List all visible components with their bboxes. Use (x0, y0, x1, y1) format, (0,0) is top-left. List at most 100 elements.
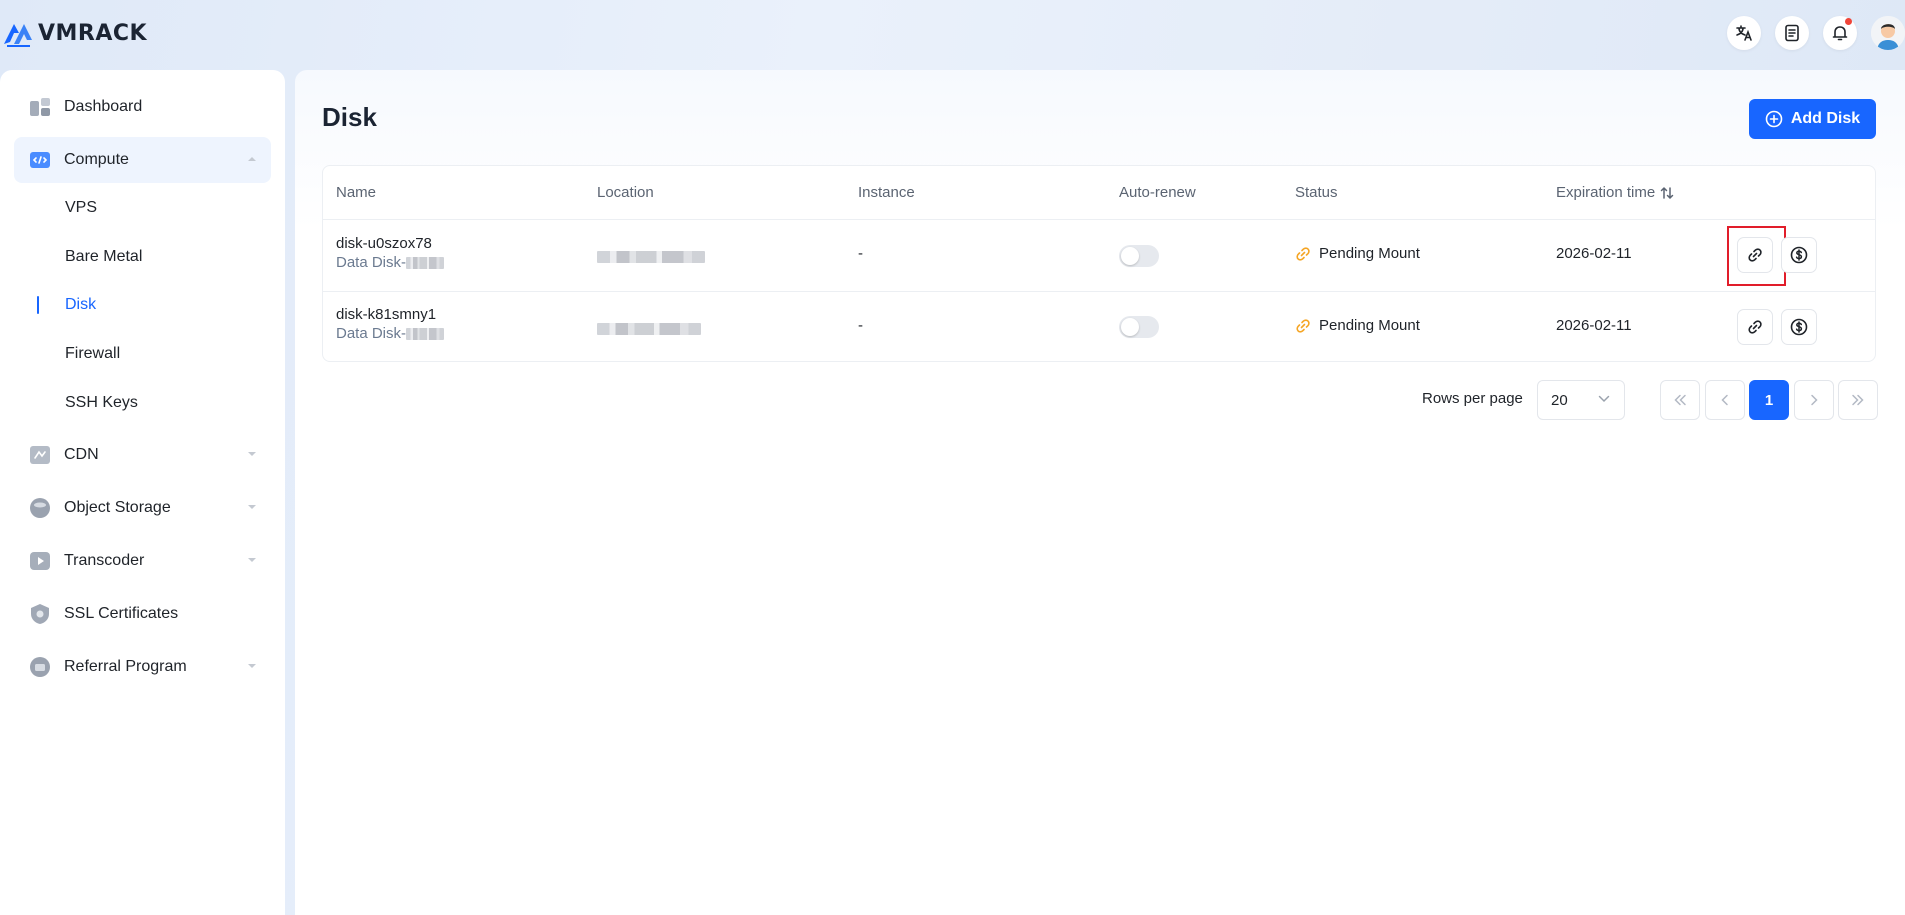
double-chevron-left-icon (1674, 394, 1686, 406)
sidebar-item-dashboard[interactable]: Dashboard (14, 84, 271, 130)
sidebar-subitem-ssh-keys[interactable]: SSH Keys (65, 392, 138, 414)
disk-name[interactable]: disk-k81smny1 (336, 306, 444, 323)
chevron-down-icon (1598, 395, 1610, 403)
next-page-button[interactable] (1794, 380, 1834, 420)
document-icon (1785, 24, 1799, 42)
caret-down-icon[interactable] (247, 662, 257, 670)
renew-button[interactable] (1781, 237, 1817, 273)
sidebar-subitem-firewall[interactable]: Firewall (65, 343, 120, 365)
redacted-text (406, 257, 445, 270)
disk-name-cell: disk-k81smny1 Data Disk- (336, 306, 445, 342)
table-row: disk-k81smny1 Data Disk- - Pending Mount… (323, 291, 1875, 363)
sidebar-item-cdn[interactable]: CDN (14, 432, 271, 478)
rows-per-page-select[interactable]: 20 (1537, 380, 1625, 420)
redacted-location (597, 251, 705, 264)
instance-cell: - (858, 245, 863, 262)
sidebar: Dashboard Compute VPS Bare Metal Disk Fi… (0, 70, 285, 915)
notification-badge (1845, 18, 1852, 25)
mount-button[interactable] (1737, 309, 1773, 345)
redacted-location (597, 323, 701, 336)
disk-name-cell: disk-u0szox78 Data Disk- (336, 235, 445, 271)
top-bar: VMRACK (0, 0, 1905, 70)
auto-renew-toggle[interactable] (1119, 316, 1159, 338)
add-disk-button[interactable]: Add Disk (1749, 99, 1876, 139)
column-header-instance: Instance (858, 184, 915, 201)
bell-icon (1832, 26, 1848, 41)
auto-renew-toggle[interactable] (1119, 245, 1159, 267)
object-storage-icon (28, 496, 52, 520)
docs-button[interactable] (1775, 16, 1809, 50)
shield-icon (28, 602, 52, 626)
double-chevron-right-icon (1852, 394, 1864, 406)
column-header-expiration-label: Expiration time (1556, 184, 1656, 201)
expiration-cell: 2026-02-11 (1556, 245, 1632, 262)
disk-type: Data Disk- (336, 254, 445, 271)
sidebar-item-object-storage[interactable]: Object Storage (14, 485, 271, 531)
rows-per-page-label: Rows per page (1422, 390, 1523, 407)
page-button-current[interactable]: 1 (1749, 380, 1789, 420)
status-text: Pending Mount (1319, 245, 1420, 262)
sidebar-item-transcoder[interactable]: Transcoder (14, 538, 271, 584)
sidebar-subitem-disk[interactable]: Disk (65, 294, 96, 316)
status-text: Pending Mount (1319, 317, 1420, 334)
column-header-status: Status (1295, 184, 1338, 201)
add-disk-label: Add Disk (1790, 110, 1861, 127)
sidebar-item-compute[interactable]: Compute (14, 137, 271, 183)
sidebar-item-referral-program[interactable]: Referral Program (14, 644, 271, 690)
sort-icon[interactable] (1659, 185, 1675, 201)
column-header-auto-renew: Auto-renew (1119, 184, 1196, 201)
user-avatar-icon (1871, 16, 1905, 50)
sidebar-item-label: Transcoder (64, 552, 145, 569)
location-cell (597, 320, 701, 337)
brand-name: VMRACK (38, 20, 148, 46)
plus-circle-icon (1765, 110, 1783, 128)
language-button[interactable] (1727, 16, 1761, 50)
chevron-left-icon (1721, 394, 1728, 406)
disk-type: Data Disk- (336, 325, 445, 342)
last-page-button[interactable] (1838, 380, 1878, 420)
disk-name[interactable]: disk-u0szox78 (336, 235, 444, 252)
sidebar-item-label: SSL Certificates (64, 605, 179, 622)
sidebar-item-label: Object Storage (64, 499, 171, 516)
brand-logo[interactable]: VMRACK (2, 18, 147, 48)
page-title: Disk (322, 102, 377, 132)
sidebar-item-label: Dashboard (64, 98, 143, 115)
translate-icon (1736, 25, 1752, 41)
header-actions (1727, 16, 1905, 50)
sidebar-subitem-vps[interactable]: VPS (65, 197, 97, 219)
link-icon (1296, 318, 1310, 333)
highlight-box (1727, 226, 1786, 286)
instance-cell: - (858, 317, 863, 334)
notifications-button[interactable] (1823, 16, 1857, 50)
vmrack-logo-icon (4, 24, 32, 47)
main-panel: Disk Add Disk Name Location Instance Aut… (295, 70, 1905, 915)
caret-down-icon[interactable] (247, 503, 257, 511)
renew-button[interactable] (1781, 309, 1817, 345)
column-header-location: Location (597, 184, 654, 201)
sidebar-item-label: Referral Program (64, 658, 187, 675)
column-header-name: Name (336, 184, 377, 201)
caret-down-icon[interactable] (247, 450, 257, 458)
dollar-icon (1790, 246, 1808, 264)
sidebar-item-ssl-certificates[interactable]: SSL Certificates (14, 591, 271, 637)
avatar[interactable] (1871, 16, 1905, 50)
table-row: disk-u0szox78 Data Disk- - Pending Mount… (323, 219, 1875, 291)
chevron-right-icon (1811, 394, 1818, 406)
disk-table: Name Location Instance Auto-renew Status… (322, 165, 1876, 362)
dollar-icon (1790, 318, 1808, 336)
rows-per-page-value: 20 (1551, 391, 1568, 409)
first-page-button[interactable] (1660, 380, 1700, 420)
sidebar-subitem-bare-metal[interactable]: Bare Metal (65, 246, 142, 268)
dashboard-icon (28, 95, 52, 119)
caret-down-icon[interactable] (247, 556, 257, 564)
link-icon (1748, 320, 1762, 334)
status-badge: Pending Mount (1295, 245, 1420, 262)
cdn-icon (28, 443, 52, 467)
status-badge: Pending Mount (1295, 317, 1420, 334)
column-header-expiration[interactable]: Expiration time (1556, 184, 1675, 201)
caret-up-icon[interactable] (247, 155, 257, 163)
compute-icon (28, 148, 52, 172)
expiration-cell: 2026-02-11 (1556, 317, 1632, 334)
prev-page-button[interactable] (1705, 380, 1745, 420)
referral-icon (28, 655, 52, 679)
